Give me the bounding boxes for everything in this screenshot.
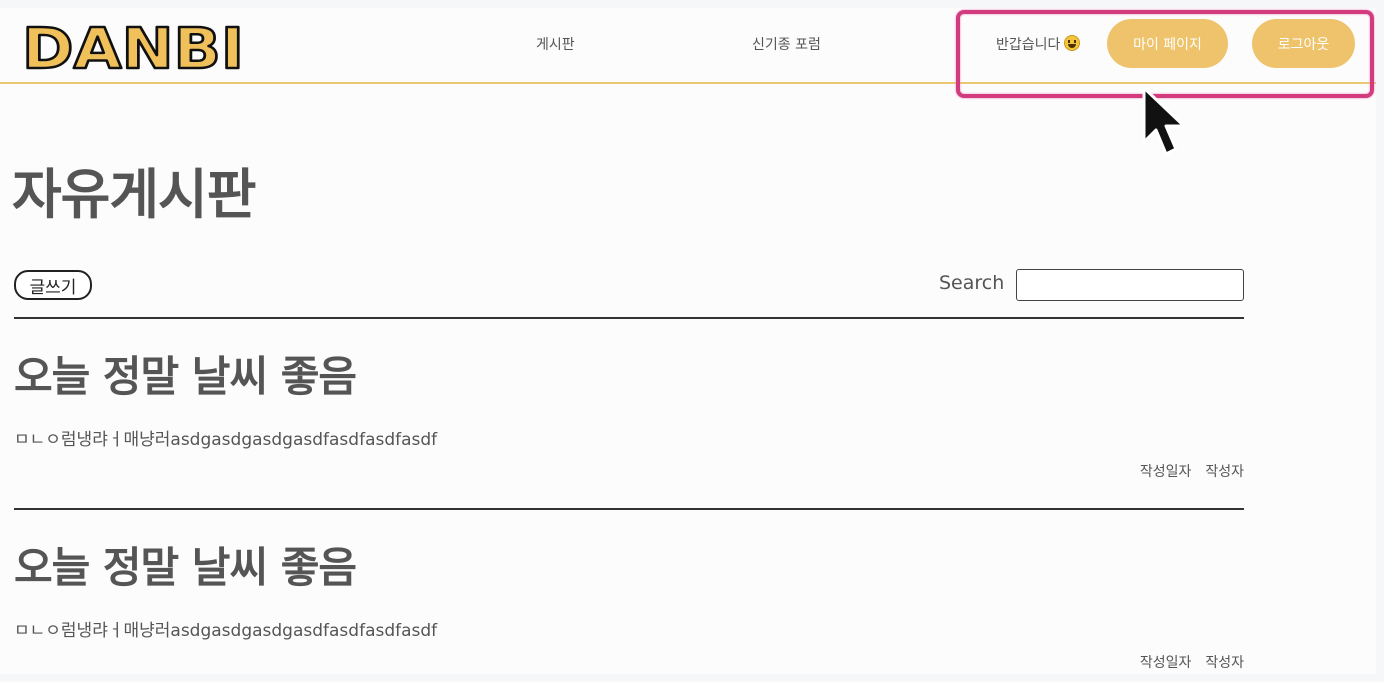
search-input[interactable]	[1016, 269, 1244, 301]
nav-board-link[interactable]: 게시판	[536, 34, 575, 54]
post-title[interactable]: 오늘 정말 날씨 좋음	[14, 343, 357, 404]
mouse-cursor-icon	[1142, 86, 1186, 156]
write-post-button[interactable]: 글쓰기	[14, 270, 92, 300]
post-meta: 작성일자 작성자	[1140, 461, 1244, 481]
post-author-label: 작성자	[1205, 655, 1244, 671]
danbi-logo[interactable]: DANBI	[18, 16, 248, 78]
post-body: ㅁㄴㅇ럼냉랴ㅓ매냥러asdgasdgasdgasdfasdfasdfasdf	[14, 430, 438, 450]
post-body: ㅁㄴㅇ럼냉랴ㅓ매냥러asdgasdgasdgasdfasdfasdfasdf	[14, 621, 438, 641]
nav-forum-link[interactable]: 신기종 포럼	[752, 34, 821, 54]
post-date-label: 작성일자	[1139, 655, 1192, 671]
post-title[interactable]: 오늘 정말 날씨 좋음	[14, 534, 357, 595]
post-date-label: 작성일자	[1139, 464, 1192, 480]
page-title: 자유게시판	[12, 163, 256, 226]
post-meta: 작성일자 작성자	[1140, 652, 1244, 672]
post-author-label: 작성자	[1205, 464, 1244, 480]
post-item[interactable]: 오늘 정말 날씨 좋음 ㅁㄴㅇ럼냉랴ㅓ매냥러asdgasdgasdgasdfas…	[14, 317, 1244, 507]
page: DANBI 게시판 신기종 포럼 반갑습니다 마이 페이지 로그아웃 자유게시판…	[0, 8, 1376, 674]
search-label: Search	[939, 272, 1005, 294]
post-item[interactable]: 오늘 정말 날씨 좋음 ㅁㄴㅇ럼냉랴ㅓ매냥러asdgasdgasdgasdfas…	[14, 508, 1244, 674]
logo-text: DANBI	[22, 17, 244, 78]
